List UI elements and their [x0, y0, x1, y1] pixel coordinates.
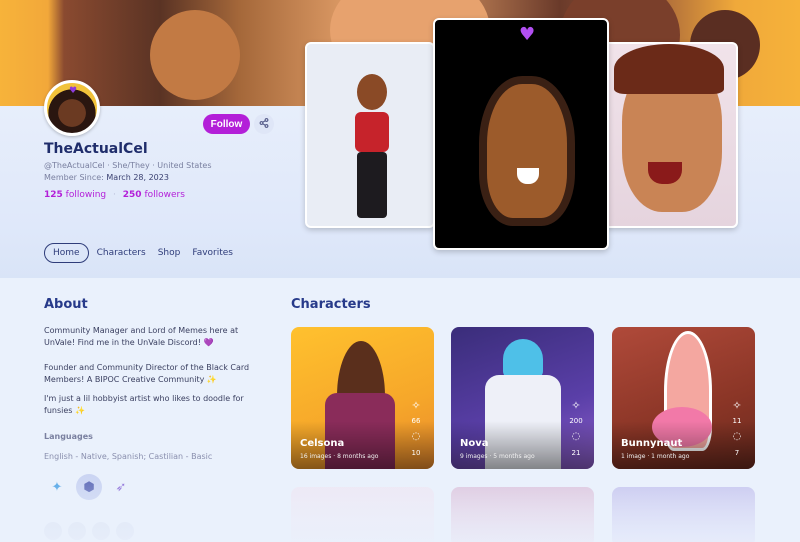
stats-separator: ·: [113, 190, 116, 200]
artwork-figure-top: [355, 112, 389, 152]
member-since: Member Since: March 28, 2023: [44, 173, 169, 182]
comments-count: 10: [411, 449, 421, 457]
character-name: Nova: [460, 438, 489, 449]
character-card-celsona[interactable]: ✧ 66 ◌ 10 Celsona 16 images · 8 months a…: [291, 327, 434, 469]
tab-favorites[interactable]: Favorites: [188, 244, 237, 262]
artwork-figure-head: [357, 74, 387, 110]
following-count: 125: [44, 190, 63, 200]
character-card-placeholder[interactable]: [291, 487, 434, 542]
about-heading: About: [44, 297, 88, 312]
languages-text: English - Native, Spanish; Castilian - B…: [44, 452, 213, 461]
share-button[interactable]: [254, 114, 274, 134]
favorites-count: 200: [569, 417, 583, 425]
about-paragraph: Community Manager and Lord of Memes here…: [44, 326, 239, 347]
shield-badge-icon[interactable]: ⬢: [76, 474, 102, 500]
featured-artwork-left[interactable]: [305, 42, 435, 228]
faded-badge-icon: [44, 522, 62, 540]
faded-badge-icon: [68, 522, 86, 540]
following-link[interactable]: 125 following: [44, 190, 106, 200]
comment-icon: ◌: [411, 431, 421, 442]
favorites-count: 11: [732, 417, 742, 425]
member-since-label: Member Since:: [44, 173, 104, 182]
about-paragraph: Founder and Community Director of the Bl…: [44, 363, 250, 384]
followers-label: followers: [144, 190, 185, 200]
featured-artwork-right[interactable]: [602, 42, 738, 228]
comments-count: 21: [571, 449, 581, 457]
favorites-count: 66: [411, 417, 421, 425]
followers-link[interactable]: 250 followers: [123, 190, 185, 200]
badge-row: ✦ ⬢ ➶: [44, 474, 134, 500]
artwork-hair: [614, 44, 724, 94]
character-card-nova[interactable]: ✧ 200 ◌ 21 Nova 9 images · 5 months ago: [451, 327, 594, 469]
featured-artwork-center[interactable]: ♥: [433, 18, 609, 250]
character-card-placeholder[interactable]: [451, 487, 594, 542]
about-paragraph: I'm just a lil hobbyist artist who likes…: [44, 394, 244, 415]
character-art-head: [503, 339, 543, 379]
member-since-date: March 28, 2023: [106, 173, 169, 182]
following-label: following: [65, 190, 107, 200]
artwork-figure-pants: [357, 152, 387, 218]
characters-heading: Characters: [291, 297, 371, 312]
avatar[interactable]: ♥: [44, 80, 100, 136]
character-meta: 1 image · 1 month ago: [621, 453, 690, 460]
character-meta: 16 images · 8 months ago: [300, 453, 379, 460]
followers-count: 250: [122, 190, 142, 200]
heart-icon: ♥: [69, 86, 78, 96]
sparkle-badge-icon[interactable]: ✦: [44, 474, 70, 500]
character-name: Bunnynaut: [621, 438, 683, 449]
artwork-face: [479, 76, 575, 226]
languages-heading: Languages: [44, 432, 93, 441]
tab-shop[interactable]: Shop: [154, 244, 185, 262]
comments-count: 7: [734, 449, 740, 457]
profile-handle-line: @TheActualCel · She/They · United States: [44, 161, 212, 170]
artwork-mouth: [648, 162, 682, 184]
character-name: Celsona: [300, 438, 345, 449]
character-card-placeholder[interactable]: [612, 487, 755, 542]
comment-icon: ◌: [732, 431, 742, 442]
faded-badge-icon: [92, 522, 110, 540]
faded-badge-icon: [116, 522, 134, 540]
rocket-badge-icon[interactable]: ➶: [108, 474, 134, 500]
tab-home[interactable]: Home: [44, 243, 89, 263]
character-card-bunnynaut[interactable]: ✧ 11 ◌ 7 Bunnynaut 1 image · 1 month ago: [612, 327, 755, 469]
share-icon: [259, 117, 269, 131]
follow-stats: 125 following · 250 followers: [44, 190, 185, 200]
sparkle-star-icon: ✧: [571, 399, 581, 412]
follow-button[interactable]: Follow: [203, 114, 250, 134]
comment-icon: ◌: [571, 431, 581, 442]
sparkle-star-icon: ✧: [732, 399, 742, 412]
sparkle-star-icon: ✧: [411, 399, 421, 412]
profile-tabs: Home Characters Shop Favorites: [44, 243, 237, 263]
character-meta: 9 images · 5 months ago: [460, 453, 535, 460]
faded-badge-row: [44, 522, 134, 540]
heart-icon: ♥: [519, 24, 536, 45]
profile-username: TheActualCel: [44, 141, 148, 157]
tab-characters[interactable]: Characters: [93, 244, 150, 262]
